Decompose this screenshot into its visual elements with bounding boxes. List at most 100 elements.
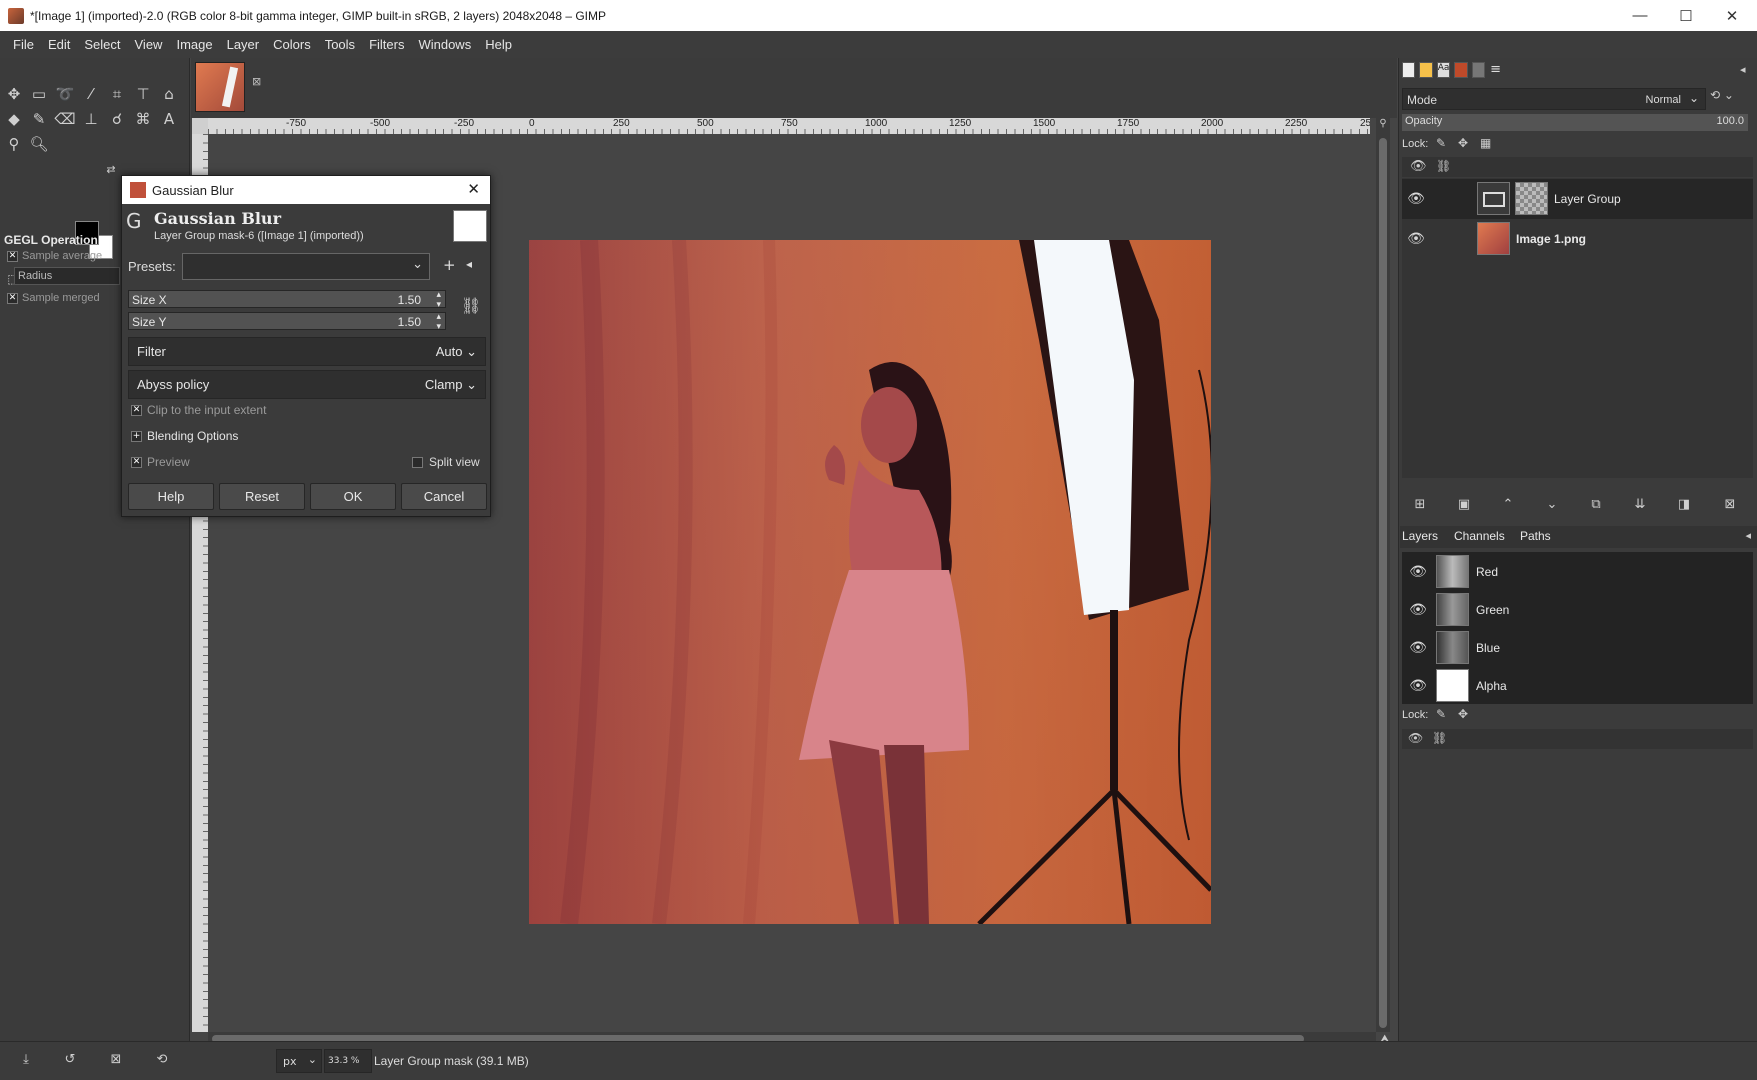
opacity-slider[interactable]: Opacity 100.0 xyxy=(1402,114,1748,131)
fuzzy-select-tool-icon[interactable]: ⁄ xyxy=(80,83,102,105)
text-tool-icon[interactable]: A xyxy=(158,108,180,130)
document-history-tab-icon[interactable] xyxy=(1454,62,1468,78)
menu-colors[interactable]: Colors xyxy=(266,37,318,52)
close-dialog-button[interactable]: ✕ xyxy=(467,180,480,198)
menu-select[interactable]: Select xyxy=(77,37,127,52)
paths-tool-icon[interactable]: ⌘ xyxy=(132,108,154,130)
warp-transform-tool-icon[interactable]: ⌂ xyxy=(158,83,180,105)
split-view-checkbox[interactable] xyxy=(412,457,423,468)
zoom-tool-icon[interactable]: 🔍︎ xyxy=(28,133,50,155)
layer-name[interactable]: Image 1.png xyxy=(1516,232,1586,246)
image-tab-thumbnail[interactable] xyxy=(195,62,245,112)
new-layer-group-icon[interactable]: ▣ xyxy=(1454,496,1474,514)
rect-select-tool-icon[interactable]: ▭ xyxy=(28,83,50,105)
size-x-spinner[interactable]: Size X 1.50 ▴ ▾ xyxy=(128,289,446,309)
close-window-button[interactable]: ✕ xyxy=(1709,0,1755,31)
chain-link-icon[interactable]: ⛓︎ xyxy=(461,296,481,315)
menu-filters[interactable]: Filters xyxy=(362,37,411,52)
new-layer-icon[interactable]: ⊞ xyxy=(1410,496,1430,514)
sample-merged-checkbox[interactable]: ✕ xyxy=(7,293,18,304)
menu-view[interactable]: View xyxy=(128,37,170,52)
channel-row[interactable]: 👁︎ Blue xyxy=(1402,629,1753,667)
vertical-scroll-thumb[interactable] xyxy=(1379,138,1387,1028)
tab-layers[interactable]: Layers xyxy=(1402,529,1438,543)
clip-extent-checkbox[interactable]: ✕ xyxy=(131,405,142,416)
fonts-tab-icon[interactable]: Aa xyxy=(1436,62,1451,78)
filter-combo[interactable]: Filter Auto ⌄ xyxy=(128,337,486,366)
duplicate-layer-icon[interactable]: ⧉ xyxy=(1586,496,1606,514)
unit-combo[interactable]: px ⌄ xyxy=(276,1049,322,1073)
delete-options-icon[interactable]: ⊠ xyxy=(106,1051,126,1069)
lasso-tool-icon[interactable]: ➰ xyxy=(54,83,76,105)
save-options-icon[interactable]: ⤓ xyxy=(16,1051,36,1069)
dock-configure-icon[interactable]: ◂ xyxy=(1740,63,1746,76)
add-mask-icon[interactable]: ◨ xyxy=(1674,496,1694,514)
menu-tools[interactable]: Tools xyxy=(318,37,362,52)
lock-alpha-icon[interactable]: ▦ xyxy=(1480,136,1491,150)
eye-icon[interactable]: 👁︎ xyxy=(1408,603,1428,617)
menu-tab-icon[interactable]: ≡ xyxy=(1489,62,1502,78)
blending-options-expander[interactable]: + xyxy=(131,431,142,442)
ok-button[interactable]: OK xyxy=(310,483,396,510)
image-canvas[interactable] xyxy=(529,240,1211,924)
channel-row[interactable]: 👁︎ Green xyxy=(1402,591,1753,629)
menu-image[interactable]: Image xyxy=(169,37,219,52)
mode-combo[interactable]: Mode Normal ⌄ xyxy=(1402,88,1706,110)
patterns-tab-icon[interactable] xyxy=(1419,62,1433,78)
eye-icon[interactable]: 👁︎ xyxy=(1408,679,1428,693)
lower-layer-icon[interactable]: ⌄ xyxy=(1542,496,1562,514)
lock-pixels-icon[interactable]: ✎ xyxy=(1436,136,1446,150)
abyss-policy-combo[interactable]: Abyss policy Clamp ⌄ xyxy=(128,370,486,399)
zoom-combo[interactable]: 33.3 % xyxy=(324,1049,372,1073)
lock-pixels-icon[interactable]: ✎ xyxy=(1436,707,1446,721)
channel-name[interactable]: Green xyxy=(1476,603,1509,617)
crop-tool-icon[interactable]: ⌗ xyxy=(106,83,128,105)
menu-file[interactable]: File xyxy=(6,37,41,52)
eye-icon[interactable]: 👁︎ xyxy=(1408,565,1428,579)
vertical-scrollbar[interactable] xyxy=(1376,134,1390,1032)
reset-button[interactable]: Reset xyxy=(219,483,305,510)
unified-transform-tool-icon[interactable]: ⊤ xyxy=(132,83,154,105)
minimize-button[interactable]: — xyxy=(1617,0,1663,31)
menu-edit[interactable]: Edit xyxy=(41,37,77,52)
brushes-tab-icon[interactable] xyxy=(1402,62,1416,78)
color-picker-tool-icon[interactable]: ⚲ xyxy=(3,133,25,155)
reset-options-icon[interactable]: ⟲ xyxy=(152,1051,172,1069)
spin-arrows-icon[interactable]: ▴ ▾ xyxy=(436,289,441,309)
add-preset-icon[interactable]: + xyxy=(443,256,456,274)
tab-channels[interactable]: Channels xyxy=(1454,529,1505,543)
presets-combo[interactable]: ⌄ xyxy=(182,253,430,280)
raise-layer-icon[interactable]: ⌃ xyxy=(1498,496,1518,514)
sample-average-checkbox[interactable]: ✕ xyxy=(7,251,18,262)
swap-colors-icon[interactable]: ⇄ xyxy=(100,158,122,180)
lock-position-icon[interactable]: ✥ xyxy=(1458,136,1468,150)
zoom-to-fit-icon[interactable]: ⚲ xyxy=(1376,118,1390,134)
layer-mask-thumbnail[interactable] xyxy=(1515,182,1548,215)
eraser-tool-icon[interactable]: ⌫ xyxy=(54,108,76,130)
channel-name[interactable]: Alpha xyxy=(1476,679,1507,693)
channel-name[interactable]: Blue xyxy=(1476,641,1500,655)
eye-icon[interactable]: 👁︎ xyxy=(1406,192,1426,206)
delete-layer-icon[interactable]: ⊠ xyxy=(1720,496,1740,514)
smudge-tool-icon[interactable]: ☌ xyxy=(106,108,128,130)
menu-help[interactable]: Help xyxy=(478,37,519,52)
templates-tab-icon[interactable] xyxy=(1471,62,1486,78)
blending-options-label[interactable]: Blending Options xyxy=(147,429,238,443)
spin-arrows-icon[interactable]: ▴ ▾ xyxy=(436,311,441,331)
channel-row[interactable]: 👁︎ Alpha xyxy=(1402,667,1753,705)
channel-name[interactable]: Red xyxy=(1476,565,1498,579)
bucket-fill-tool-icon[interactable]: ◆ xyxy=(3,108,25,130)
radius-slider[interactable]: Radius xyxy=(14,267,120,285)
channel-row[interactable]: 👁︎ Red xyxy=(1402,553,1753,591)
menu-layer[interactable]: Layer xyxy=(220,37,267,52)
move-tool-icon[interactable]: ✥ xyxy=(3,83,25,105)
eye-icon[interactable]: 👁︎ xyxy=(1406,232,1426,246)
lock-position-icon[interactable]: ✥ xyxy=(1458,707,1468,721)
clone-tool-icon[interactable]: ⊥ xyxy=(80,108,102,130)
layer-row[interactable]: 👁︎ Layer Group xyxy=(1402,179,1753,219)
mode-reset-icon[interactable]: ⟲ ⌄ xyxy=(1710,88,1750,110)
dialog-title-bar[interactable]: Gaussian Blur ✕ xyxy=(122,176,490,204)
layer-row[interactable]: 👁︎ Image 1.png xyxy=(1402,219,1753,259)
help-button[interactable]: Help xyxy=(128,483,214,510)
preview-checkbox[interactable]: ✕ xyxy=(131,457,142,468)
